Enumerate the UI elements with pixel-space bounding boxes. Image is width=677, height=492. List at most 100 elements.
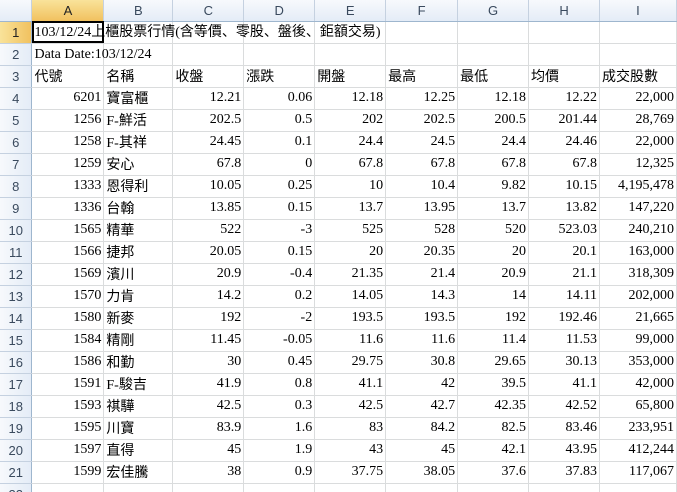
data-cell[interactable]: 1584 xyxy=(31,329,105,352)
data-cell[interactable]: 163,000 xyxy=(599,241,677,264)
data-cell[interactable]: 45 xyxy=(172,439,245,462)
data-cell[interactable]: 11.4 xyxy=(457,329,530,352)
data-cell[interactable]: 24.4 xyxy=(457,131,530,154)
cell[interactable] xyxy=(385,483,459,492)
row-header-22[interactable]: 22 xyxy=(0,483,33,492)
cell[interactable] xyxy=(599,483,677,492)
data-cell[interactable]: 10.4 xyxy=(385,175,459,198)
data-cell[interactable]: 41.1 xyxy=(528,373,600,396)
data-cell[interactable]: 38.05 xyxy=(385,461,459,484)
data-cell[interactable]: 1.6 xyxy=(243,417,316,440)
data-cell[interactable]: 202.5 xyxy=(385,109,459,132)
data-cell[interactable]: 0.15 xyxy=(243,241,316,264)
row-header-15[interactable]: 15 xyxy=(0,329,33,352)
data-cell[interactable]: 193.5 xyxy=(314,307,387,330)
cell[interactable] xyxy=(457,483,530,492)
data-cell[interactable]: 67.8 xyxy=(385,153,459,176)
cell[interactable] xyxy=(528,21,600,44)
data-cell[interactable]: 12,325 xyxy=(599,153,677,176)
header-cell[interactable]: 最低 xyxy=(457,65,530,88)
data-cell[interactable]: 20.9 xyxy=(172,263,245,286)
data-cell[interactable]: 宏佳騰 xyxy=(103,461,174,484)
data-cell[interactable]: 38 xyxy=(172,461,245,484)
column-header-h[interactable]: H xyxy=(528,0,600,22)
data-cell[interactable]: 99,000 xyxy=(599,329,677,352)
data-cell[interactable]: 43 xyxy=(314,439,387,462)
data-cell[interactable]: 0.9 xyxy=(243,461,316,484)
data-cell[interactable]: 13.7 xyxy=(457,197,530,220)
data-cell[interactable]: F-駿吉 xyxy=(103,373,174,396)
data-cell[interactable]: 192 xyxy=(172,307,245,330)
data-cell[interactable]: 24.4 xyxy=(314,131,387,154)
header-cell[interactable]: 最高 xyxy=(385,65,459,88)
column-header-b[interactable]: B xyxy=(103,0,174,22)
data-cell[interactable]: 13.95 xyxy=(385,197,459,220)
cell[interactable] xyxy=(243,43,316,66)
data-cell[interactable]: 1333 xyxy=(31,175,105,198)
column-header-d[interactable]: D xyxy=(243,0,316,22)
data-cell[interactable]: 83 xyxy=(314,417,387,440)
data-cell[interactable]: 1591 xyxy=(31,373,105,396)
data-cell[interactable]: 147,220 xyxy=(599,197,677,220)
data-cell[interactable]: 1258 xyxy=(31,131,105,154)
data-cell[interactable]: 11.6 xyxy=(314,329,387,352)
data-cell[interactable]: -2 xyxy=(243,307,316,330)
data-cell[interactable]: 24.45 xyxy=(172,131,245,154)
column-header-i[interactable]: I xyxy=(599,0,677,22)
row-header-19[interactable]: 19 xyxy=(0,417,33,440)
cell[interactable] xyxy=(528,43,600,66)
title-cell[interactable]: 103/12/24上櫃股票行情(含等價、零股、盤後、鉅額交易) xyxy=(31,21,381,44)
data-cell[interactable]: 安心 xyxy=(103,153,174,176)
data-cell[interactable]: 1586 xyxy=(31,351,105,374)
data-cell[interactable]: 1599 xyxy=(31,461,105,484)
data-cell[interactable]: 21.4 xyxy=(385,263,459,286)
data-cell[interactable]: 0.15 xyxy=(243,197,316,220)
row-header-18[interactable]: 18 xyxy=(0,395,33,418)
data-cell[interactable]: 1580 xyxy=(31,307,105,330)
header-cell[interactable]: 均價 xyxy=(528,65,600,88)
header-cell[interactable]: 漲跌 xyxy=(243,65,316,88)
data-cell[interactable]: 22,000 xyxy=(599,87,677,110)
data-cell[interactable]: 67.8 xyxy=(314,153,387,176)
data-cell[interactable]: -0.05 xyxy=(243,329,316,352)
data-cell[interactable]: 直得 xyxy=(103,439,174,462)
data-cell[interactable]: 21.35 xyxy=(314,263,387,286)
data-cell[interactable]: 12.22 xyxy=(528,87,600,110)
data-cell[interactable]: 20.1 xyxy=(528,241,600,264)
data-cell[interactable]: 525 xyxy=(314,219,387,242)
row-header-4[interactable]: 4 xyxy=(0,87,33,110)
data-cell[interactable]: 新麥 xyxy=(103,307,174,330)
data-cell[interactable]: 29.65 xyxy=(457,351,530,374)
data-cell[interactable]: 28,769 xyxy=(599,109,677,132)
data-cell[interactable]: 20.05 xyxy=(172,241,245,264)
date-cell[interactable]: Data Date:103/12/24 xyxy=(31,43,152,66)
data-cell[interactable]: 21.1 xyxy=(528,263,600,286)
cell[interactable] xyxy=(314,483,387,492)
data-cell[interactable]: 42.5 xyxy=(172,395,245,418)
cell[interactable] xyxy=(385,43,459,66)
data-cell[interactable]: 精華 xyxy=(103,219,174,242)
row-header-12[interactable]: 12 xyxy=(0,263,33,286)
data-cell[interactable]: 20.9 xyxy=(457,263,530,286)
data-cell[interactable]: 1569 xyxy=(31,263,105,286)
data-cell[interactable]: 240,210 xyxy=(599,219,677,242)
column-header-e[interactable]: E xyxy=(314,0,387,22)
data-cell[interactable]: 13.7 xyxy=(314,197,387,220)
data-cell[interactable]: 353,000 xyxy=(599,351,677,374)
data-cell[interactable]: 9.82 xyxy=(457,175,530,198)
select-all-corner[interactable] xyxy=(0,0,33,22)
data-cell[interactable]: 11.45 xyxy=(172,329,245,352)
data-cell[interactable]: 1336 xyxy=(31,197,105,220)
row-header-6[interactable]: 6 xyxy=(0,131,33,154)
data-cell[interactable]: 42,000 xyxy=(599,373,677,396)
data-cell[interactable]: 45 xyxy=(385,439,459,462)
data-cell[interactable]: 1256 xyxy=(31,109,105,132)
data-cell[interactable]: 0.1 xyxy=(243,131,316,154)
data-cell[interactable]: 恩得利 xyxy=(103,175,174,198)
data-cell[interactable]: -3 xyxy=(243,219,316,242)
data-cell[interactable]: 12.21 xyxy=(172,87,245,110)
data-cell[interactable]: 13.82 xyxy=(528,197,600,220)
data-cell[interactable]: 192 xyxy=(457,307,530,330)
row-header-5[interactable]: 5 xyxy=(0,109,33,132)
cell[interactable] xyxy=(528,483,600,492)
